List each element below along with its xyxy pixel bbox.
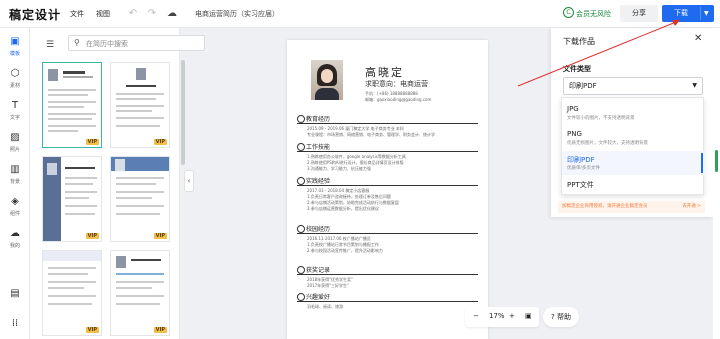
annotation-arrow bbox=[517, 20, 680, 87]
